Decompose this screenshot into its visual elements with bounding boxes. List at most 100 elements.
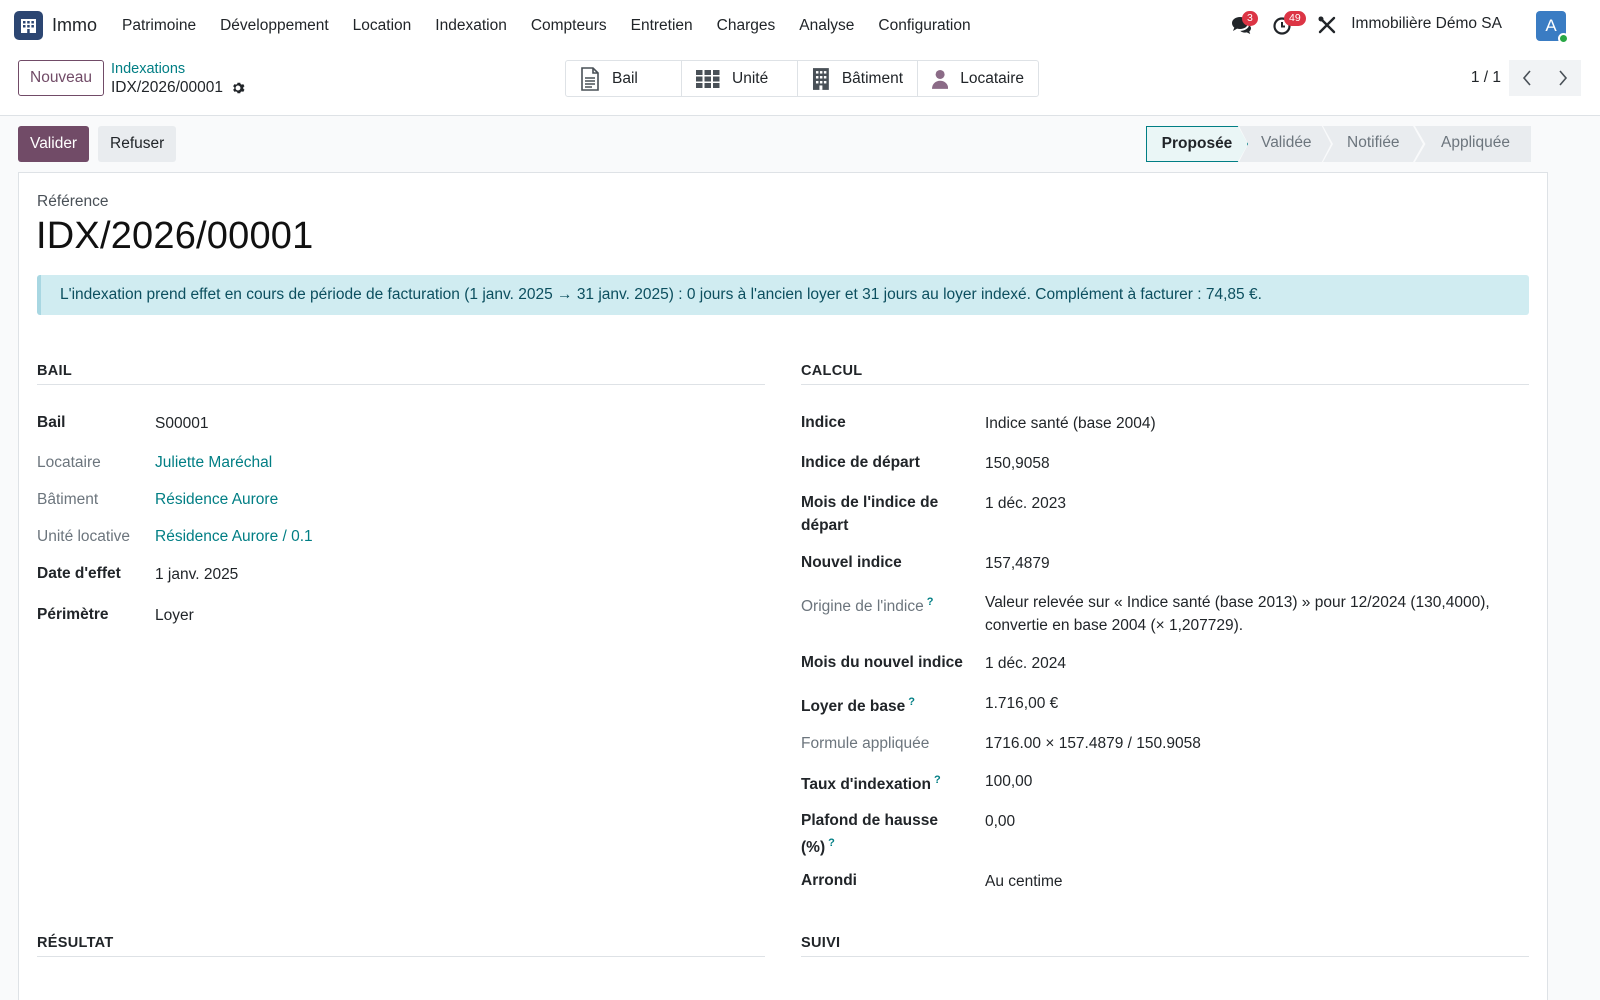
section-suivi-title: SUIVI (801, 935, 1529, 957)
debug-tools-button[interactable] (1316, 14, 1338, 36)
stage-validee[interactable]: Validée (1239, 126, 1331, 162)
chevron-left-icon (1522, 70, 1531, 86)
bail-label: Bail (37, 414, 66, 431)
chevron-right-icon (1559, 70, 1568, 86)
section-calcul-title: CALCUL (801, 363, 1529, 385)
activities-button[interactable]: 49 (1272, 11, 1306, 36)
company-switcher[interactable]: Immobilière Démo SA (1351, 15, 1502, 33)
smart-button-unite[interactable]: Unité (682, 61, 798, 96)
origin-label: Origine de l'indice? (801, 591, 933, 618)
new-month-value[interactable]: 1 déc. 2024 (985, 652, 1066, 675)
messages-button[interactable]: 3 (1230, 11, 1258, 36)
app-building-icon[interactable] (14, 11, 43, 40)
cap-label-line1: Plafond de hausse (801, 812, 938, 829)
menu-developpement[interactable]: Développement (208, 0, 341, 51)
start-month-label: Mois de l'indice de départ (801, 491, 938, 537)
formula-value: 1716.00 × 157.4879 / 150.9058 (985, 735, 1201, 752)
form-sheet: Référence IDX/2026/00001 L'indexation pr… (18, 172, 1548, 1000)
activities-count-badge: 49 (1284, 11, 1306, 26)
section-bail-title: BAIL (37, 363, 765, 385)
validate-button[interactable]: Valider (18, 126, 90, 162)
origin-value-line1: Valeur relevée sur « Indice santé (base … (985, 594, 1490, 611)
menu-analyse[interactable]: Analyse (787, 0, 866, 51)
base-rent-label-text: Loyer de base (801, 698, 906, 716)
smart-button-locataire[interactable]: Locataire (918, 61, 1038, 96)
start-index-value[interactable]: 150,9058 (985, 452, 1050, 475)
stage-notifiee-label: Notifiée (1347, 134, 1400, 151)
bail-value[interactable]: S00001 (155, 412, 208, 435)
stage-appliquee[interactable]: Appliquée (1415, 126, 1531, 162)
tenant-label: Locataire (37, 454, 101, 471)
pager-value[interactable]: 1 / 1 (1471, 69, 1501, 87)
new-index-label: Nouvel indice (801, 554, 902, 571)
pager: 1 / 1 (1440, 60, 1600, 96)
refuse-button[interactable]: Refuser (98, 126, 177, 162)
smart-buttons: Bail Unité Bâtiment Locataire (565, 60, 1039, 97)
scope-label: Périmètre (37, 606, 109, 623)
menu-configuration[interactable]: Configuration (866, 0, 982, 51)
rounding-value[interactable]: Au centime (985, 870, 1063, 893)
menu-location[interactable]: Location (341, 0, 424, 51)
grid-icon (696, 69, 720, 88)
menu-indexation[interactable]: Indexation (423, 0, 519, 51)
user-icon (932, 69, 949, 89)
building-label: Bâtiment (37, 491, 99, 508)
cap-value[interactable]: 0,00 (985, 810, 1015, 833)
scope-value[interactable]: Loyer (155, 604, 194, 627)
rate-label-text: Taux d'indexation (801, 776, 931, 794)
systray: 3 49 Immobilière Démo SA A (1200, 0, 1600, 51)
stage-validee-label: Validée (1261, 134, 1312, 151)
building-link[interactable]: Résidence Aurore (155, 488, 278, 511)
rate-label: Taux d'indexation? (801, 769, 941, 796)
stage-proposee-label: Proposée (1161, 135, 1233, 152)
index-label: Indice (801, 414, 846, 431)
rate-help-icon[interactable]: ? (934, 774, 941, 786)
pager-next-button[interactable] (1545, 60, 1581, 96)
menu-charges[interactable]: Charges (705, 0, 788, 51)
menu-patrimoine[interactable]: Patrimoine (110, 0, 208, 51)
new-button[interactable]: Nouveau (18, 60, 105, 96)
smart-button-batiment[interactable]: Bâtiment (798, 61, 918, 96)
smart-button-locataire-label: Locataire (960, 69, 1024, 87)
breadcrumb-current: IDX/2026/00001 (111, 79, 245, 97)
pager-previous-button[interactable] (1509, 60, 1545, 96)
document-icon (581, 66, 599, 91)
new-index-value[interactable]: 157,4879 (985, 552, 1050, 575)
base-rent-label: Loyer de base? (801, 691, 915, 718)
smart-button-batiment-label: Bâtiment (841, 69, 903, 87)
origin-help-icon[interactable]: ? (927, 596, 934, 608)
stage-appliquee-label: Appliquée (1441, 134, 1510, 151)
gear-icon[interactable] (231, 81, 245, 95)
control-panel: Nouveau Indexations IDX/2026/00001 Bail … (0, 51, 1600, 116)
main-menu: Patrimoine Développement Location Indexa… (110, 0, 983, 51)
effect-date-value[interactable]: 1 janv. 2025 (155, 563, 238, 586)
user-avatar[interactable]: A (1536, 11, 1569, 44)
base-rent-help-icon[interactable]: ? (908, 696, 915, 708)
rounding-label: Arrondi (801, 872, 857, 889)
cap-label-line2: (%) (801, 839, 826, 857)
avatar-letter: A (1545, 16, 1557, 35)
menu-entretien[interactable]: Entretien (619, 0, 705, 51)
app-name[interactable]: Immo (52, 15, 97, 36)
reference-title: IDX/2026/00001 (36, 215, 314, 257)
index-value[interactable]: Indice santé (base 2004) (985, 412, 1156, 435)
start-month-label-line1: Mois de l'indice de (801, 494, 939, 511)
breadcrumb-parent[interactable]: Indexations (111, 61, 185, 77)
unit-link[interactable]: Résidence Aurore / 0.1 (155, 525, 313, 548)
origin-value: Valeur relevée sur « Indice santé (base … (985, 591, 1490, 637)
unit-label: Unité locative (37, 528, 131, 545)
origin-value-line2: convertie en base 2004 (× 1,207729). (985, 617, 1244, 634)
start-month-value[interactable]: 1 déc. 2023 (985, 492, 1066, 515)
new-month-label: Mois du nouvel indice (801, 654, 963, 671)
smart-button-unite-label: Unité (732, 69, 769, 87)
stage-proposee[interactable]: Proposée (1146, 126, 1248, 162)
smart-button-bail[interactable]: Bail (566, 61, 682, 96)
tenant-link[interactable]: Juliette Maréchal (155, 451, 272, 474)
stage-notifiee[interactable]: Notifiée (1323, 126, 1423, 162)
section-resultat-title: RÉSULTAT (37, 935, 765, 957)
rate-value[interactable]: 100,00 (985, 770, 1032, 793)
menu-compteurs[interactable]: Compteurs (519, 0, 619, 51)
base-rent-value[interactable]: 1.716,00 € (985, 692, 1058, 715)
cap-help-icon[interactable]: ? (828, 837, 835, 849)
formula-label: Formule appliquée (801, 735, 930, 752)
